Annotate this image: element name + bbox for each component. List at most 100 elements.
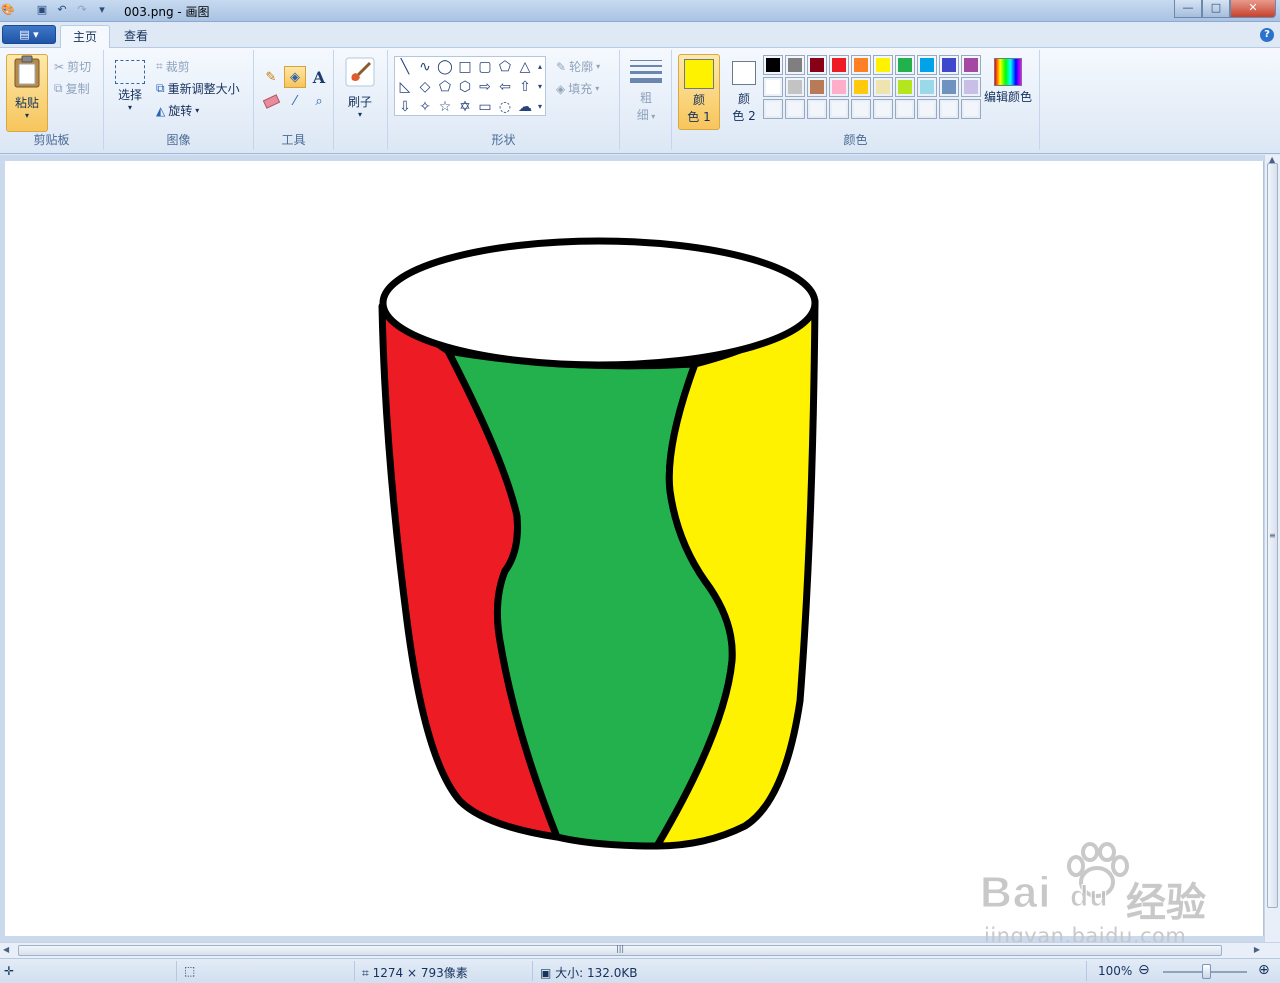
outline-dropdown-icon: ▾ xyxy=(596,62,601,71)
palette-swatch[interactable] xyxy=(917,55,937,75)
palette-swatch[interactable] xyxy=(829,55,849,75)
diamond-shape-icon[interactable]: ◇ xyxy=(415,77,435,97)
brushes-button[interactable]: 刷子 ▾ xyxy=(340,56,380,119)
outline-button[interactable]: ✎ 轮廓 ▾ xyxy=(556,58,600,75)
text-tool[interactable]: A xyxy=(308,66,330,88)
drawing-canvas[interactable] xyxy=(5,161,1264,936)
copy-button[interactable]: ⧉ 复制 xyxy=(54,80,90,97)
paste-button[interactable]: 粘贴 ▾ xyxy=(6,54,48,132)
tab-home[interactable]: 主页 xyxy=(60,25,111,48)
vertical-scrollbar[interactable]: ▲ ≡ xyxy=(1264,155,1280,942)
hexagon-shape-icon[interactable]: ⬡ xyxy=(455,77,475,97)
palette-swatch[interactable] xyxy=(851,55,871,75)
left-arrow-shape-icon[interactable]: ⇦ xyxy=(495,77,515,97)
line-shape-icon[interactable]: ╲ xyxy=(395,57,415,77)
minimize-button[interactable]: — xyxy=(1174,0,1202,18)
undo-icon[interactable]: ↶ xyxy=(54,2,70,18)
application-menu-button[interactable]: ▤ ▾ xyxy=(2,25,56,44)
rounded-rectangle-shape-icon[interactable]: ▢ xyxy=(475,57,495,77)
palette-empty-swatch[interactable] xyxy=(763,99,783,119)
shapes-scroll-up-icon[interactable]: ▴ xyxy=(535,57,545,77)
palette-swatch[interactable] xyxy=(807,77,827,97)
palette-swatch[interactable] xyxy=(961,55,981,75)
palette-empty-swatch[interactable] xyxy=(829,99,849,119)
cut-button[interactable]: ✂ 剪切 xyxy=(54,58,91,75)
zoom-slider-thumb[interactable] xyxy=(1202,964,1211,979)
fill-tool[interactable]: ◈ xyxy=(284,66,306,88)
palette-empty-swatch[interactable] xyxy=(873,99,893,119)
up-arrow-shape-icon[interactable]: ⇧ xyxy=(515,77,535,97)
edit-colors-button[interactable]: 编辑颜色 xyxy=(980,56,1036,105)
zoom-in-icon[interactable]: ⊕ xyxy=(1258,962,1270,978)
palette-swatch[interactable] xyxy=(939,77,959,97)
callout-rectangle-shape-icon[interactable]: ▭ xyxy=(475,97,495,117)
help-icon[interactable]: ? xyxy=(1260,28,1274,42)
five-point-star-shape-icon[interactable]: ☆ xyxy=(435,97,455,117)
rotate-button[interactable]: ◭ 旋转 ▾ xyxy=(156,102,199,119)
quick-access-toolbar: 🎨 ▣ ↶ ↷ ▾ xyxy=(0,2,110,18)
palette-empty-swatch[interactable] xyxy=(917,99,937,119)
crop-button[interactable]: ⌗ 裁剪 xyxy=(156,58,190,75)
save-icon[interactable]: ▣ xyxy=(34,2,50,18)
cursor-position-icon: ✛ xyxy=(4,964,15,978)
palette-swatch[interactable] xyxy=(939,55,959,75)
redo-icon[interactable]: ↷ xyxy=(74,2,90,18)
color-picker-tool[interactable]: ⁄ xyxy=(284,90,306,112)
line-width-icon xyxy=(630,60,662,83)
select-button[interactable]: 选择 ▾ xyxy=(110,56,150,112)
cloud-callout-shape-icon[interactable]: ☁ xyxy=(515,97,535,117)
canvas-workspace: ▲ ≡ xyxy=(0,155,1280,942)
palette-swatch[interactable] xyxy=(917,77,937,97)
palette-swatch[interactable] xyxy=(895,55,915,75)
curve-shape-icon[interactable]: ∿ xyxy=(415,57,435,77)
callout-oval-shape-icon[interactable]: ◌ xyxy=(495,97,515,117)
status-separator xyxy=(532,961,533,981)
image-dimensions-text: 1274 × 793像素 xyxy=(372,966,468,980)
palette-swatch[interactable] xyxy=(763,77,783,97)
triangle-shape-icon[interactable]: △ xyxy=(515,57,535,77)
customize-qat-icon[interactable]: ▾ xyxy=(94,2,110,18)
palette-empty-swatch[interactable] xyxy=(939,99,959,119)
palette-empty-swatch[interactable] xyxy=(961,99,981,119)
rectangle-shape-icon[interactable]: □ xyxy=(455,57,475,77)
palette-swatch[interactable] xyxy=(873,55,893,75)
oval-shape-icon[interactable]: ◯ xyxy=(435,57,455,77)
color1-button[interactable]: 颜 色 1 xyxy=(678,54,720,130)
zoom-out-icon[interactable]: ⊖ xyxy=(1138,962,1150,978)
pentagon-shape-icon[interactable]: ⬠ xyxy=(435,77,455,97)
palette-swatch[interactable] xyxy=(785,55,805,75)
shapes-scroll-down-icon[interactable]: ▾ xyxy=(535,77,545,97)
tab-view[interactable]: 查看 xyxy=(112,25,160,48)
right-arrow-shape-icon[interactable]: ⇨ xyxy=(475,77,495,97)
close-button[interactable]: ✕ xyxy=(1230,0,1276,18)
magnifier-tool[interactable]: ⌕ xyxy=(308,90,330,112)
palette-empty-swatch[interactable] xyxy=(895,99,915,119)
palette-empty-swatch[interactable] xyxy=(785,99,805,119)
palette-swatch[interactable] xyxy=(763,55,783,75)
palette-swatch[interactable] xyxy=(829,77,849,97)
scroll-right-icon[interactable]: ▶ xyxy=(1254,945,1260,954)
palette-swatch[interactable] xyxy=(807,55,827,75)
down-arrow-shape-icon[interactable]: ⇩ xyxy=(395,97,415,117)
four-point-star-shape-icon[interactable]: ✧ xyxy=(415,97,435,117)
palette-empty-swatch[interactable] xyxy=(807,99,827,119)
eraser-tool[interactable] xyxy=(260,90,282,112)
palette-swatch[interactable] xyxy=(961,77,981,97)
palette-swatch[interactable] xyxy=(873,77,893,97)
resize-button[interactable]: ⧉ 重新调整大小 xyxy=(156,80,240,97)
size-button[interactable]: 粗 细 ▾ xyxy=(626,58,666,123)
shapes-expand-icon[interactable]: ▾ xyxy=(535,97,545,117)
six-point-star-shape-icon[interactable]: ✡ xyxy=(455,97,475,117)
scroll-left-icon[interactable]: ◀ xyxy=(3,945,9,954)
palette-swatch[interactable] xyxy=(785,77,805,97)
color2-button[interactable]: 颜 色 2 xyxy=(724,54,764,130)
palette-swatch[interactable] xyxy=(851,77,871,97)
horizontal-scrollbar[interactable]: ◀ ||| ▶ xyxy=(0,942,1280,958)
palette-swatch[interactable] xyxy=(895,77,915,97)
right-triangle-shape-icon[interactable]: ◺ xyxy=(395,77,415,97)
pencil-tool[interactable]: ✎ xyxy=(260,66,282,88)
fill-button[interactable]: ◈ 填充 ▾ xyxy=(556,80,599,97)
polygon-shape-icon[interactable]: ⬠ xyxy=(495,57,515,77)
maximize-button[interactable]: □ xyxy=(1202,0,1230,18)
palette-empty-swatch[interactable] xyxy=(851,99,871,119)
